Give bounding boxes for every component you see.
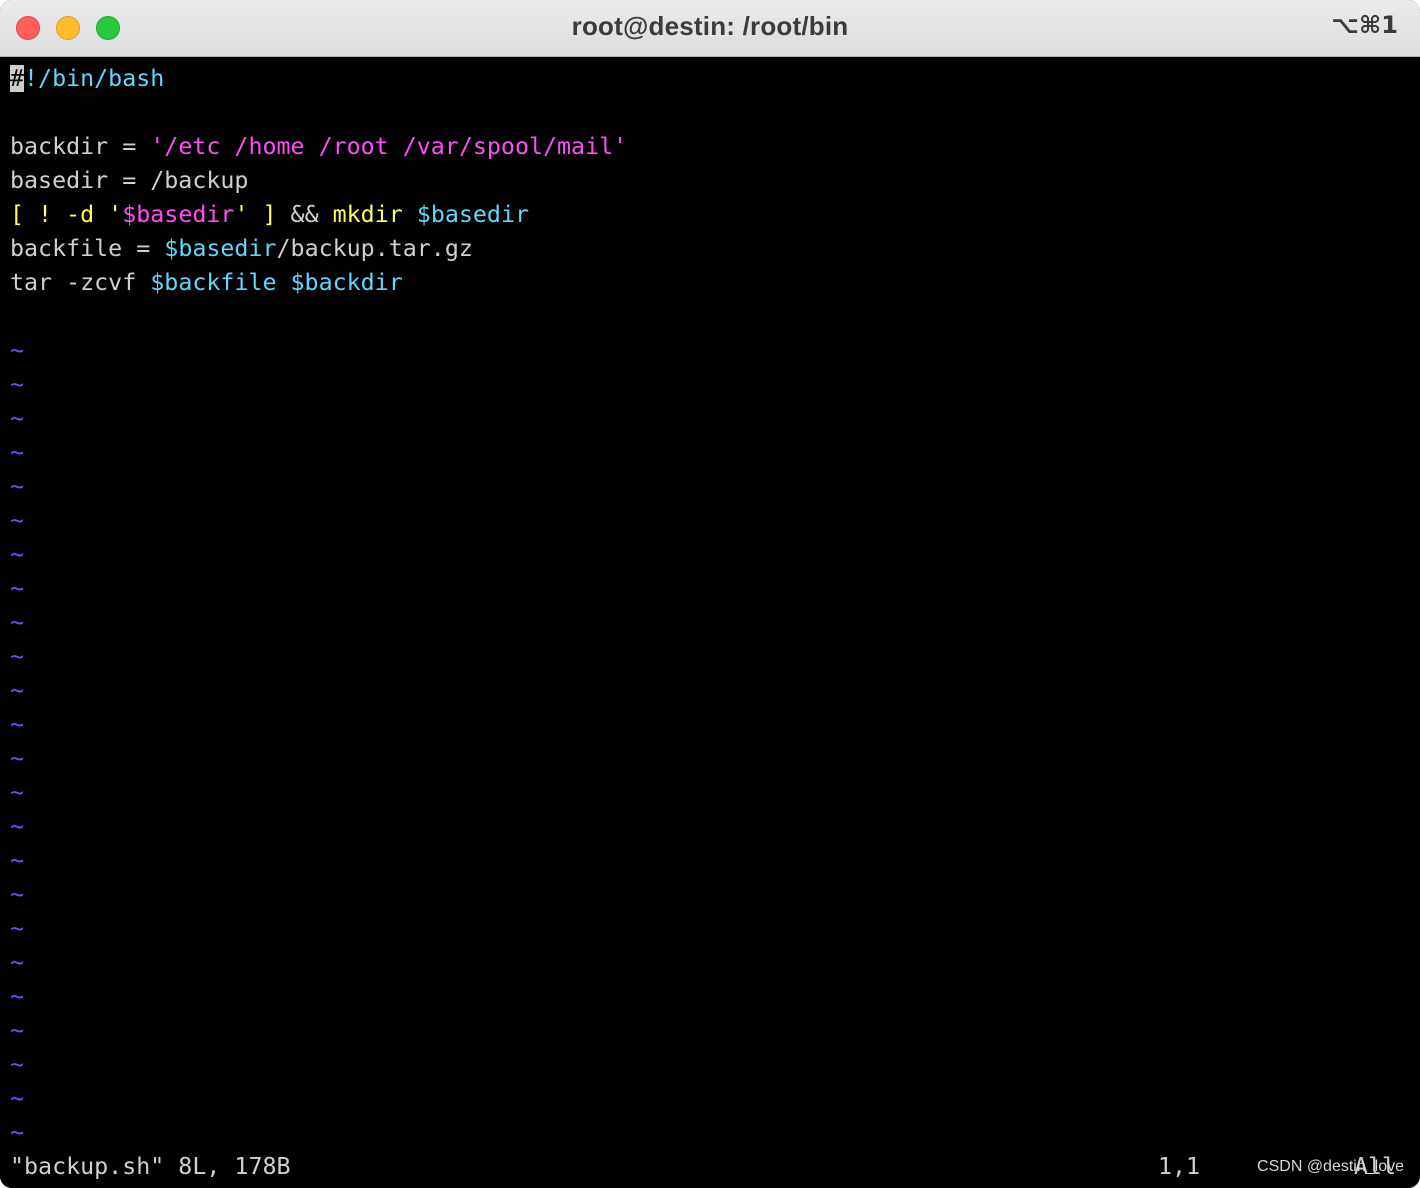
mkdir-arg: $basedir [416, 201, 530, 228]
status-file-info: "backup.sh" 8L, 178B [10, 1153, 291, 1180]
mkdir-keyword: mkdir [332, 201, 403, 228]
empty-line-tilde: ~ [10, 983, 25, 1010]
empty-line-tilde: ~ [10, 1119, 25, 1146]
empty-line-tilde: ~ [10, 745, 25, 772]
code-line-mkdir: [ ! -d '$basedir' ] && mkdir $basedir [10, 198, 529, 232]
code-line-tar: tar -zcvf $backfile $backdir [10, 266, 403, 300]
backfile-assign: backfile = [10, 235, 165, 262]
empty-line-tilde: ~ [10, 371, 25, 398]
empty-line-tilde: ~ [10, 575, 25, 602]
shebang-text: !/bin/bash [24, 65, 165, 92]
empty-line-tilde: ~ [10, 439, 25, 466]
empty-line-tilde: ~ [10, 1085, 25, 1112]
tar-arg-backdir: $backdir [290, 269, 403, 296]
empty-line-tilde: ~ [10, 779, 25, 806]
csdn-watermark: CSDN @destin_love [1257, 1158, 1404, 1175]
empty-line-tilde: ~ [10, 677, 25, 704]
code-line-shebang: #!/bin/bash [10, 62, 164, 96]
code-line-backfile: backfile = $basedir/backup.tar.gz [10, 232, 473, 266]
title-bar[interactable]: root@destin: /root/bin ⌥⌘1 [0, 0, 1420, 57]
tar-arg-backfile: $backfile [150, 269, 277, 296]
empty-line-tilde: ~ [10, 541, 25, 568]
empty-line-tilde: ~ [10, 949, 25, 976]
empty-line-tilde: ~ [10, 1051, 25, 1078]
empty-line-tilde: ~ [10, 881, 25, 908]
test-close: ' ] [234, 201, 277, 228]
backdir-string: '/etc /home /root /var/spool/mail' [150, 133, 628, 160]
test-open: [ ! -d ' [10, 201, 123, 228]
text-cursor: # [10, 65, 25, 92]
empty-line-tilde: ~ [10, 337, 25, 364]
backdir-assign: backdir = [10, 133, 151, 160]
empty-line-tilde: ~ [10, 507, 25, 534]
code-line-backdir: backdir = '/etc /home /root /var/spool/m… [10, 130, 627, 164]
empty-line-tilde: ~ [10, 813, 25, 840]
vim-editor-area[interactable]: #!/bin/bash backdir = '/etc /home /root … [0, 57, 1420, 1188]
backfile-path: /backup.tar.gz [276, 235, 473, 262]
empty-line-tilde: ~ [10, 915, 25, 942]
empty-line-tilde: ~ [10, 473, 25, 500]
empty-line-tilde: ~ [10, 847, 25, 874]
window-title: root@destin: /root/bin [571, 11, 849, 41]
status-cursor-position: 1,1 [1158, 1153, 1201, 1180]
empty-line-tilde: ~ [10, 643, 25, 670]
basedir-assign: basedir = /backup [10, 167, 249, 194]
terminal-window: root@destin: /root/bin ⌥⌘1 #!/bin/bash b… [0, 0, 1420, 1188]
empty-line-tilde: ~ [10, 1017, 25, 1044]
empty-line-tilde: ~ [10, 405, 25, 432]
tar-command: tar -zcvf [10, 269, 151, 296]
empty-line-tilde: ~ [10, 609, 25, 636]
test-var: $basedir [122, 201, 235, 228]
code-line-basedir: basedir = /backup [10, 164, 248, 198]
tab-shortcut-label: ⌥⌘1 [1331, 11, 1398, 39]
empty-line-tilde: ~ [10, 711, 25, 738]
backfile-var: $basedir [164, 235, 277, 262]
and-operator: && [276, 201, 333, 228]
